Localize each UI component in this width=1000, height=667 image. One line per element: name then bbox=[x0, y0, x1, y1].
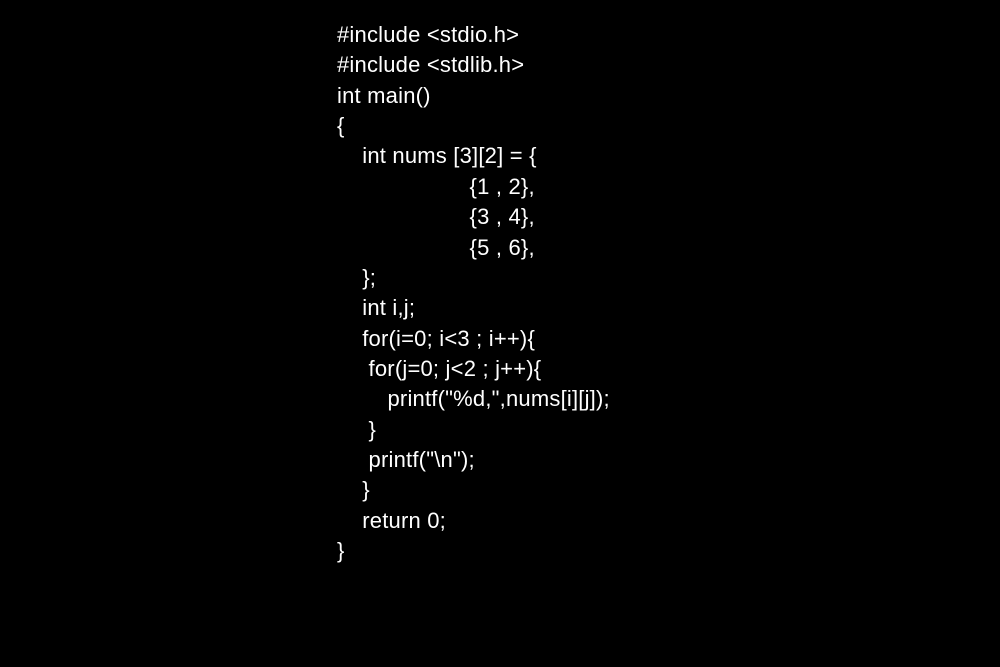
code-line: } bbox=[337, 475, 1000, 505]
code-line: int i,j; bbox=[337, 293, 1000, 323]
code-line: int nums [3][2] = { bbox=[337, 141, 1000, 171]
code-line: {1 , 2}, bbox=[337, 172, 1000, 202]
code-line: }; bbox=[337, 263, 1000, 293]
code-line: printf("\n"); bbox=[337, 445, 1000, 475]
code-block: #include <stdio.h> #include <stdlib.h> i… bbox=[0, 0, 1000, 566]
code-line: #include <stdio.h> bbox=[337, 20, 1000, 50]
code-line: { bbox=[337, 111, 1000, 141]
code-line: } bbox=[337, 536, 1000, 566]
code-line: } bbox=[337, 415, 1000, 445]
code-line: {3 , 4}, bbox=[337, 202, 1000, 232]
code-line: for(j=0; j<2 ; j++){ bbox=[337, 354, 1000, 384]
code-line: int main() bbox=[337, 81, 1000, 111]
code-line: printf("%d,",nums[i][j]); bbox=[337, 384, 1000, 414]
code-line: #include <stdlib.h> bbox=[337, 50, 1000, 80]
code-line: for(i=0; i<3 ; i++){ bbox=[337, 324, 1000, 354]
code-line: {5 , 6}, bbox=[337, 233, 1000, 263]
code-line: return 0; bbox=[337, 506, 1000, 536]
